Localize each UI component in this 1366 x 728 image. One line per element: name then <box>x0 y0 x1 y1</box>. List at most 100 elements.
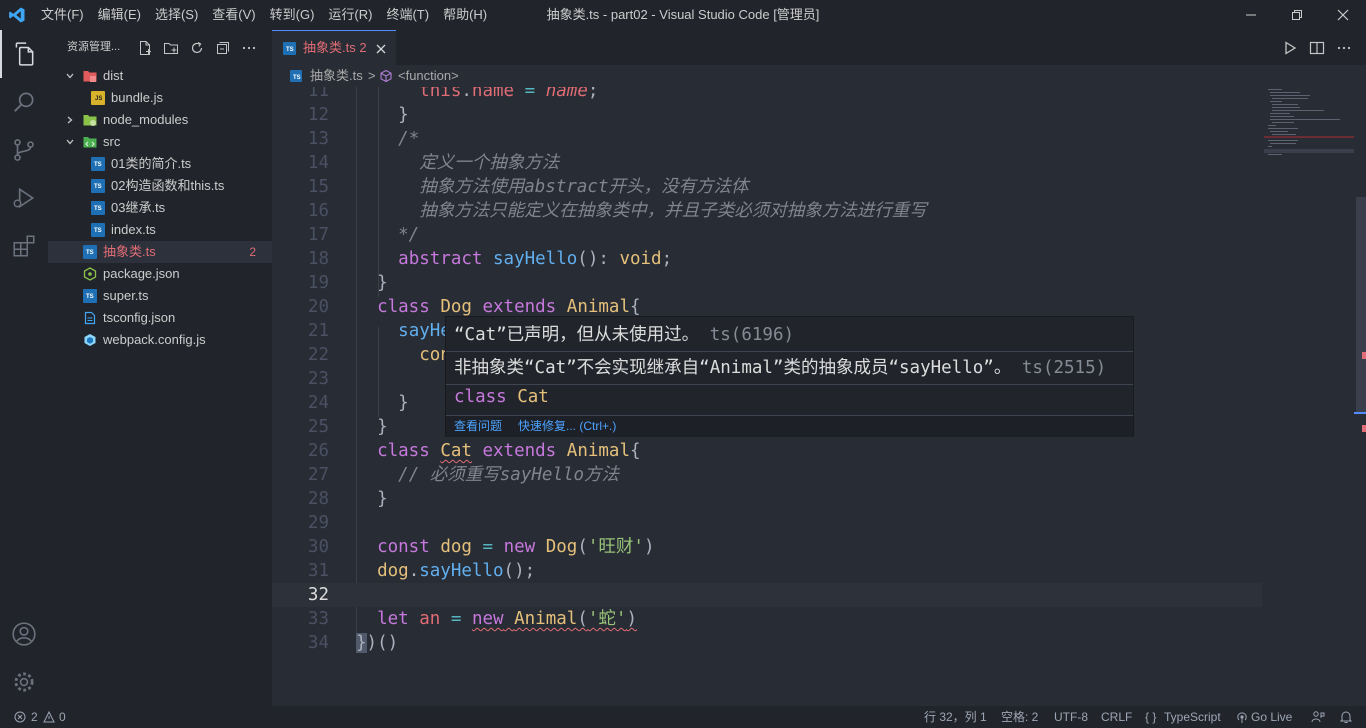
minimap[interactable] <box>1264 87 1354 706</box>
new-folder-button[interactable] <box>162 39 180 57</box>
extensions-activity[interactable] <box>0 222 48 270</box>
new-folder-icon <box>164 43 178 54</box>
error-hover-widget: “Cat”已声明，但从未使用过。 ts(6196) 非抽象类“Cat”不会实现继… <box>445 316 1134 437</box>
accounts-activity[interactable] <box>0 610 48 658</box>
tree-label: package.json <box>103 266 180 281</box>
breadcrumb-file[interactable]: 抽象类.ts <box>310 65 363 87</box>
extensions-icon <box>13 235 35 257</box>
tree-label: super.ts <box>103 288 149 303</box>
breadcrumb: 抽象类.ts > <function> <box>272 65 1366 87</box>
editor-more-actions-button[interactable] <box>1335 39 1353 57</box>
tree-label: index.ts <box>111 222 156 237</box>
file-super-ts[interactable]: super.ts <box>48 285 272 307</box>
code-line: 13 /* <box>307 129 420 149</box>
run-code-button[interactable] <box>1281 39 1299 57</box>
editor-tabs: 抽象类.ts 2 <box>272 30 1366 65</box>
code-line: 14 定义一个抽象方法 <box>307 153 560 173</box>
hover-message-unused: “Cat”已声明，但从未使用过。 ts(6196) <box>454 325 795 345</box>
code-line: 33 let an = new Animal('蛇') <box>307 609 637 629</box>
restore-icon <box>1292 10 1302 20</box>
file-bundle-js[interactable]: bundle.js <box>48 87 272 109</box>
new-file-button[interactable] <box>136 39 154 57</box>
typescript-file-icon <box>83 245 97 259</box>
menu-run[interactable]: 运行(R) <box>321 0 379 30</box>
breadcrumb-symbol[interactable]: <function> <box>398 65 459 87</box>
quick-fix-link[interactable]: 快速修复... (Ctrl+.) <box>518 416 616 437</box>
typescript-file-icon <box>83 289 97 303</box>
manage-activity[interactable] <box>0 658 48 706</box>
folder-dist[interactable]: dist <box>48 65 272 87</box>
typescript-file-icon <box>91 179 105 193</box>
tree-label: src <box>103 134 121 149</box>
search-icon <box>14 92 34 112</box>
source-control-activity[interactable] <box>0 126 48 174</box>
gear-icon <box>14 672 34 692</box>
file-tsconfig-json[interactable]: tsconfig.json <box>48 307 272 329</box>
code-line: 19 } <box>307 273 388 293</box>
current-line: 32 <box>272 583 1262 607</box>
indentation-status[interactable]: 空格: 2 <box>1001 706 1038 728</box>
file-03-inheritance[interactable]: 03继承.ts <box>48 197 272 219</box>
collapse-all-button[interactable] <box>214 39 232 57</box>
encoding-status[interactable]: UTF-8 <box>1054 706 1088 728</box>
menu-selection[interactable]: 选择(S) <box>148 0 205 30</box>
code-line: 27 // 必须重写sayHello方法 <box>307 465 620 485</box>
run-debug-activity[interactable] <box>0 174 48 222</box>
menu-view[interactable]: 查看(V) <box>205 0 262 30</box>
close-window-button[interactable] <box>1320 0 1366 30</box>
minimize-icon <box>1246 14 1256 16</box>
restore-button[interactable] <box>1274 0 1320 30</box>
vertical-scrollbar[interactable] <box>1354 87 1366 706</box>
typescript-file-icon <box>91 201 105 215</box>
error-count: 2 <box>31 710 38 724</box>
ellipsis-icon <box>242 46 256 50</box>
view-problem-link[interactable]: 查看问题 <box>454 416 502 437</box>
cursor-position[interactable]: 行 32，列 1 <box>924 706 987 728</box>
node-modules-folder-icon <box>83 115 97 126</box>
tab-label: 抽象类.ts 2 <box>303 40 367 55</box>
tab-close-button[interactable] <box>373 41 389 57</box>
folder-node-modules[interactable]: node_modules <box>48 109 272 131</box>
file-abstract-class[interactable]: 抽象类.ts 2 <box>48 241 272 263</box>
more-actions-button[interactable] <box>240 39 258 57</box>
account-icon <box>12 622 36 646</box>
menu-edit[interactable]: 编辑(E) <box>91 0 148 30</box>
menu-help[interactable]: 帮助(H) <box>436 0 494 30</box>
cursor-marker <box>1354 412 1366 414</box>
file-webpack-config[interactable]: webpack.config.js <box>48 329 272 351</box>
search-activity[interactable] <box>0 78 48 126</box>
hover-signature: class Cat <box>454 387 549 407</box>
play-icon <box>1285 41 1297 55</box>
hover-separator <box>446 384 1133 385</box>
menu-go[interactable]: 转到(G) <box>263 0 322 30</box>
code-line: 11 this.name = name; <box>307 87 599 101</box>
minimize-button[interactable] <box>1228 0 1274 30</box>
refresh-button[interactable] <box>188 39 206 57</box>
tab-abstract-class[interactable]: 抽象类.ts 2 <box>272 30 396 65</box>
typescript-file-icon <box>283 42 296 55</box>
error-marker <box>1362 352 1366 359</box>
file-package-json[interactable]: package.json <box>48 263 272 285</box>
src-folder-icon <box>83 137 97 148</box>
split-editor-button[interactable] <box>1308 39 1326 57</box>
explorer-activity[interactable] <box>0 30 48 78</box>
file-02-constructor[interactable]: 02构造函数和this.ts <box>48 175 272 197</box>
javascript-file-icon <box>91 91 105 105</box>
scrollbar-thumb[interactable] <box>1356 197 1366 412</box>
dist-folder-icon <box>83 71 97 82</box>
code-line: 29 <box>307 513 329 533</box>
folder-src[interactable]: src <box>48 131 272 153</box>
typescript-file-icon <box>91 157 105 171</box>
activity-bar <box>0 30 48 706</box>
code-line: 17 */ <box>307 225 420 245</box>
file-01-class-intro[interactable]: 01类的简介.ts <box>48 153 272 175</box>
tree-label: 抽象类.ts <box>103 244 156 259</box>
file-index-ts[interactable]: index.ts <box>48 219 272 241</box>
vscode-logo-icon <box>9 7 25 23</box>
close-icon <box>376 44 386 54</box>
code-line: 16 抽象方法只能定义在抽象类中，并且子类必须对抽象方法进行重写 <box>307 201 927 221</box>
menu-file[interactable]: 文件(F) <box>34 0 91 30</box>
eol-status[interactable]: CRLF <box>1101 706 1132 728</box>
menu-terminal[interactable]: 终端(T) <box>379 0 436 30</box>
run-debug-icon <box>13 187 35 209</box>
